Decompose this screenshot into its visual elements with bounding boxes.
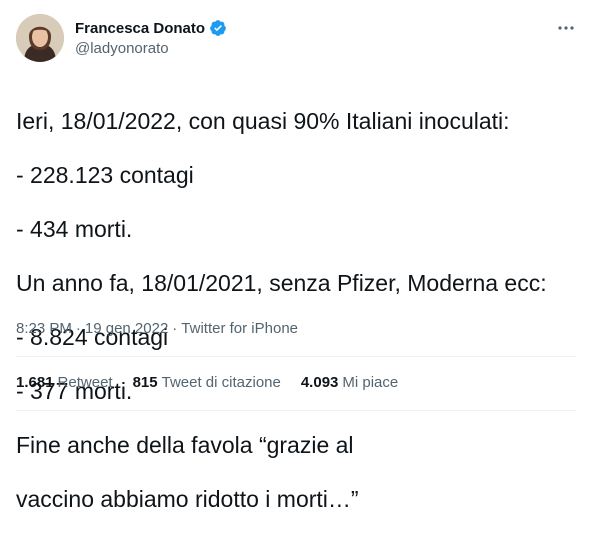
tweet-line: - 228.123 contagi <box>16 162 194 188</box>
verified-badge-icon <box>209 19 227 37</box>
author-handle[interactable]: @ladyonorato <box>75 40 169 57</box>
tweet-card: Francesca Donato @ladyonorato Ieri, 18/0… <box>0 0 592 512</box>
avatar-photo <box>16 14 64 62</box>
tweet-text: Ieri, 18/01/2022, con quasi 90% Italiani… <box>16 81 576 540</box>
divider <box>16 356 576 357</box>
tweet-line: Ieri, 18/01/2022, con quasi 90% Italiani… <box>16 108 510 134</box>
tweet-line: Fine anche della favola “grazie al <box>16 432 354 458</box>
tweet-line: vaccino abbiamo ridotto i morti…” <box>16 486 359 512</box>
avatar[interactable] <box>16 14 64 62</box>
tweet-time[interactable]: 8:23 PM <box>16 320 72 337</box>
quote-tweets-label: Tweet di citazione <box>161 374 281 391</box>
quote-tweets-stat[interactable]: 815 Tweet di citazione <box>133 374 281 391</box>
author-display-name[interactable]: Francesca Donato <box>75 20 205 37</box>
tweet-source[interactable]: Twitter for iPhone <box>181 320 298 337</box>
tweet-line: Un anno fa, 18/01/2021, senza Pfizer, Mo… <box>16 270 547 296</box>
likes-stat[interactable]: 4.093 Mi piace <box>301 374 398 391</box>
quote-tweets-count: 815 <box>132 374 158 391</box>
retweets-label: Retweet <box>57 374 113 391</box>
likes-label: Mi piace <box>342 374 399 391</box>
more-horizontal-icon[interactable] <box>556 18 576 38</box>
divider <box>16 410 576 411</box>
meta-separator: · <box>172 320 178 337</box>
retweets-stat[interactable]: 1.681 Retweet <box>16 374 113 391</box>
tweet-line: - 434 morti. <box>16 216 133 242</box>
tweet-meta: 8:23 PM · 19 gen 2022 · Twitter for iPho… <box>16 320 298 337</box>
retweets-count: 1.681 <box>16 374 54 391</box>
likes-count: 4.093 <box>300 374 339 391</box>
tweet-date[interactable]: 19 gen 2022 <box>85 320 168 337</box>
meta-separator: · <box>75 320 81 337</box>
author-name-row[interactable]: Francesca Donato <box>75 19 227 37</box>
tweet-stats: 1.681 Retweet 815 Tweet di citazione 4.0… <box>16 374 398 391</box>
